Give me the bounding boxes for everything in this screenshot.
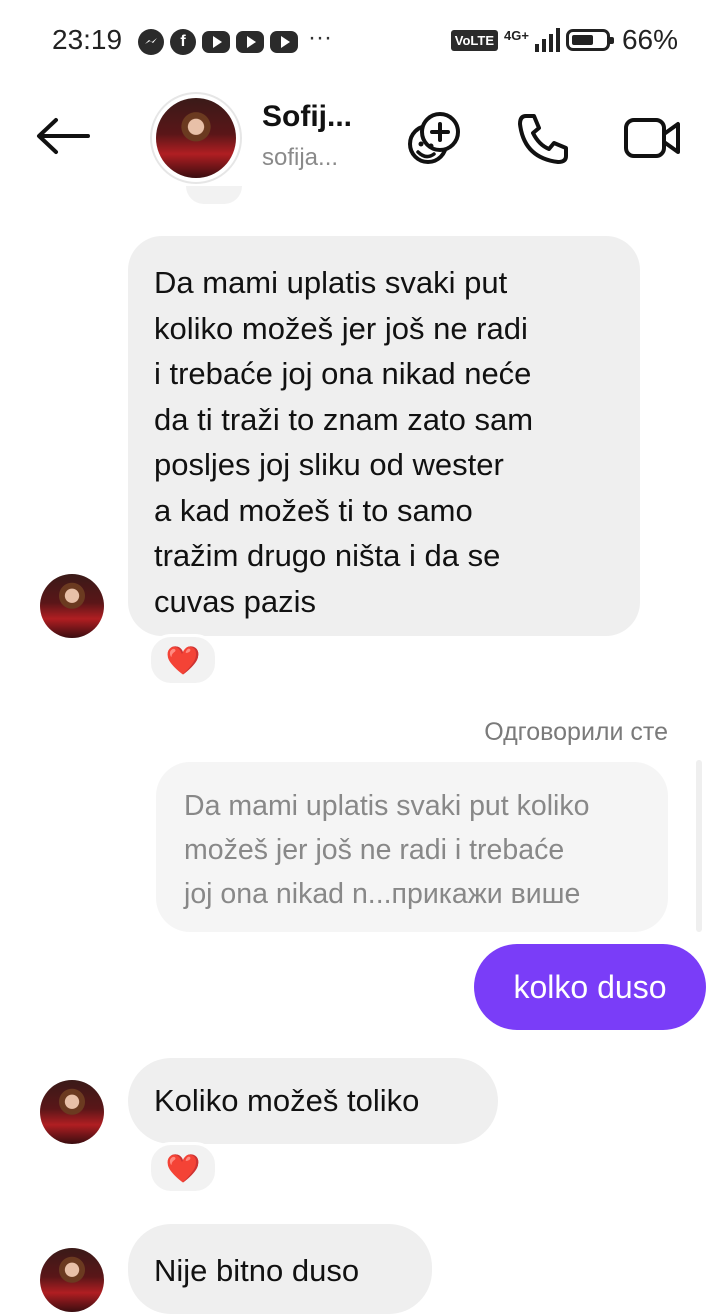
incoming-message[interactable]: Da mami uplatis svaki put koliko možeš j… [128,236,640,636]
network-type: 4G+ [504,27,529,43]
more-notifications-icon: ··· [308,24,332,51]
quoted-line: joj ona nikad n...прикажи више [184,878,581,910]
status-time: 23:19 [52,24,123,55]
battery-icon [565,29,614,51]
contact-name[interactable]: Sofij... [262,100,352,134]
contact-handle[interactable]: sofija... [262,144,338,172]
message-line: cuvas pazis [154,583,316,619]
messenger-icon [138,29,164,55]
heart-reaction[interactable]: ❤️ [148,1142,218,1194]
quoted-line: Da mami uplatis svaki put koliko [184,790,590,822]
message-line: Da mami uplatis svaki put [154,265,508,300]
message-line: i trebaće joj ona nikad neće [154,356,532,391]
add-effects-icon[interactable] [404,108,464,168]
contact-avatar[interactable] [156,98,236,178]
quoted-line: možeš jer još ne radi i trebaće [184,834,565,866]
reply-indicator-bar [696,760,702,932]
battery-percent: 66% [621,24,678,55]
outgoing-message[interactable]: kolko duso [474,944,706,1030]
notification-icons: f ··· [138,24,332,58]
back-arrow-icon[interactable] [34,116,92,156]
youtube-icon [236,31,264,53]
incoming-message[interactable]: Koliko možeš toliko [128,1058,498,1144]
reply-label: Одговорили сте [484,718,668,746]
message-line: koliko možeš jer još ne radi [154,310,528,346]
video-call-icon[interactable] [622,108,682,168]
chat-header: Sofij... sofija... [0,84,724,194]
message-line: da ti traži to znam zato sam [154,401,534,437]
facebook-icon: f [170,29,196,55]
message-line: tražim drugo ništa i da se [154,538,501,573]
status-right: VoLTE 4G+ 66% [450,24,678,56]
sender-avatar[interactable] [40,574,104,638]
voice-call-icon[interactable] [512,108,572,168]
volte-badge: VoLTE [450,29,499,51]
message-line: posljes joj sliku od wester [154,447,504,482]
message-line: a kad možeš ti to samo [154,492,473,528]
status-bar: 23:19 f ··· VoLTE 4G+ 66% [0,0,724,84]
quoted-message[interactable]: Da mami uplatis svaki put koliko možeš j… [156,762,668,932]
signal-icon [534,28,560,52]
youtube-icon [270,31,298,53]
youtube-icon [202,31,230,53]
incoming-message[interactable]: Nije bitno duso [128,1224,432,1314]
sender-avatar[interactable] [40,1080,104,1144]
sender-avatar[interactable] [40,1248,104,1312]
heart-reaction[interactable]: ❤️ [148,634,218,686]
previous-reaction-stub [186,186,242,204]
